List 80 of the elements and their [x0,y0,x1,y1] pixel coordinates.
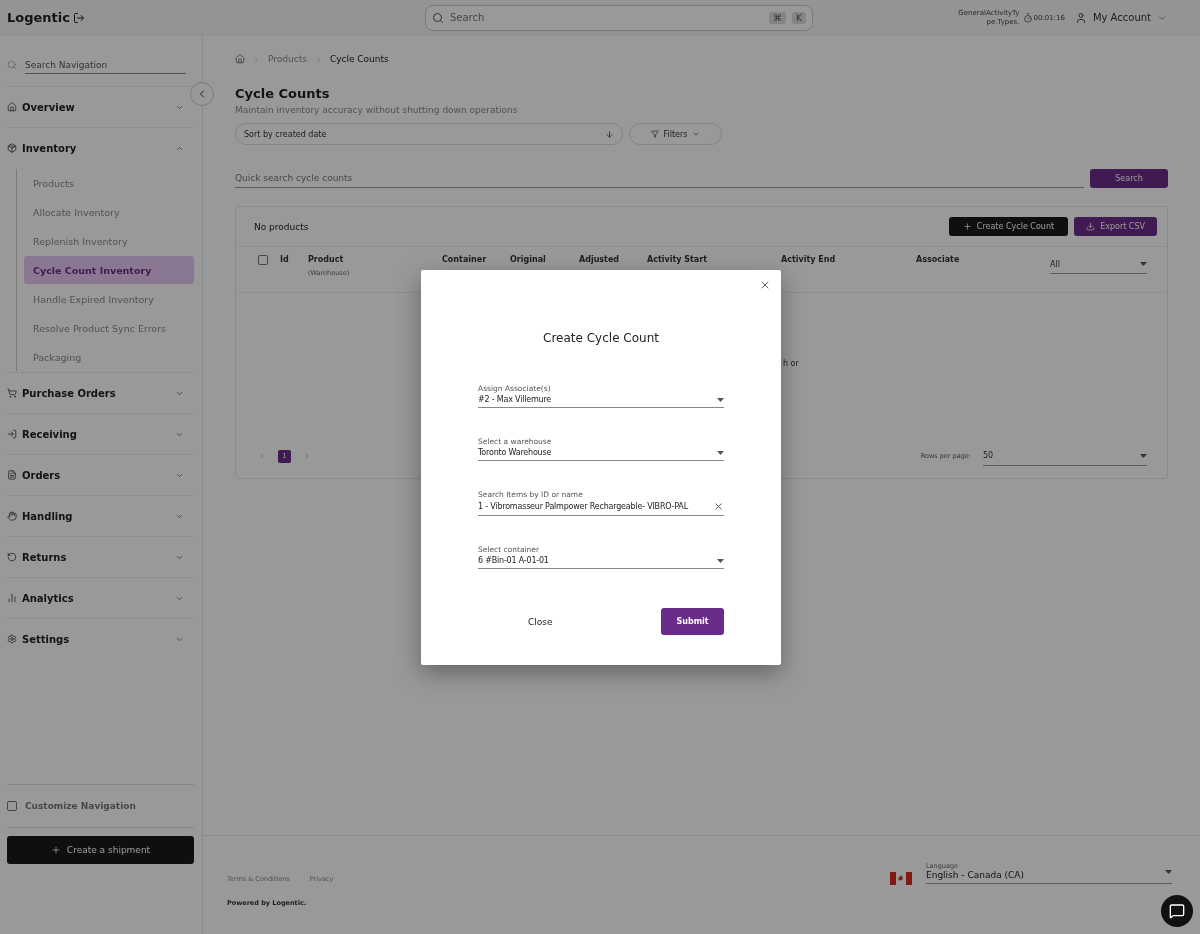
shortcut-key: K [792,11,806,24]
nav-group[interactable]: Purchase Orders [7,372,194,413]
result-count: No products [254,221,310,232]
close-button[interactable]: Close [518,610,563,633]
bar-chart-icon [7,593,17,603]
arrow-down-icon [605,129,614,139]
associate-filter-select[interactable]: All [1050,255,1147,274]
sort-select[interactable]: Sort by created date [235,123,623,145]
arrow-into-box-icon [7,429,17,439]
logo-icon [72,11,85,24]
rotate-arrow-icon [7,552,17,562]
nav-group[interactable]: Inventory [7,127,194,168]
chevron-right-icon [314,55,322,63]
nav-item[interactable]: Cycle Count Inventory [24,256,194,284]
empty-message: h or [783,359,799,368]
filter-icon [650,130,659,138]
checkbox-label: Customize Navigation [25,801,136,811]
home-icon [7,102,17,112]
caret-icon [717,397,724,402]
flag-icon [890,872,912,885]
logo: Logentic [7,10,70,25]
document-icon [7,470,17,480]
column-header: Associate [916,255,960,264]
search-button[interactable]: Search [1090,169,1168,188]
caret-icon [1140,453,1147,458]
collapse-sidebar-button[interactable] [190,82,214,106]
chevron-right-icon [253,55,260,63]
chevron-down-icon [692,130,701,138]
plus-icon [50,845,61,855]
clear-icon[interactable] [713,501,724,512]
column-header: Container [442,255,487,264]
nav-group[interactable]: Analytics [7,577,194,618]
select-all-checkbox[interactable] [258,255,268,265]
dialog-title: Create Cycle Count [543,331,659,345]
account-menu[interactable]: My Account [1092,12,1151,23]
close-icon[interactable] [759,279,771,291]
column-header: Id [280,255,289,264]
nav-group[interactable]: Receiving [7,413,194,454]
hand-icon [7,511,17,521]
nav-group[interactable]: Returns [7,536,194,577]
column-header: Original [510,255,546,264]
checkbox[interactable] [7,801,17,811]
submit-button[interactable]: Submit [661,608,724,635]
nav-group[interactable]: Handling [7,495,194,536]
column-header: Activity Start [647,255,708,264]
create-cycle-count-button[interactable]: Create Cycle Count [948,217,1069,236]
search-navigation-field[interactable]: Search Navigation [25,56,186,74]
rows-per-page-select[interactable]: 50 [983,446,1147,466]
chevron-left-icon[interactable] [258,452,266,460]
settings-icon [7,634,17,644]
nav-group[interactable]: Orders [7,454,194,495]
download-icon [1086,222,1096,231]
chat-button[interactable] [1161,895,1193,927]
cart-icon [7,388,17,398]
page-title: Cycle Counts [235,86,331,101]
chevron-right-icon[interactable] [303,452,311,460]
chat-bubble-icon [1169,903,1185,919]
home-icon[interactable] [235,54,245,64]
export-csv-button[interactable]: Export CSV [1074,217,1157,236]
column-header: Adjusted [579,255,620,264]
caret-icon [1140,262,1147,266]
breadcrumb-link[interactable]: Cycle Counts [329,54,389,64]
box-icon [7,143,17,153]
search-field[interactable]: Search ⌘ K [424,4,813,31]
column-header: Activity End [781,255,836,264]
shortcut-key: ⌘ [769,11,787,24]
search-icon [431,11,444,24]
page-subtitle: Maintain inventory accuracy without shutting down operations [235,105,519,115]
create-shipment-button[interactable]: Create a shipment [7,836,194,864]
plus-icon [962,222,972,231]
avatar-icon [1074,11,1087,24]
caret-icon [717,558,724,563]
nav-group[interactable]: Overview [7,86,194,127]
caret-icon [1165,870,1172,874]
nav-group[interactable]: Settings [7,618,194,659]
filters-button[interactable]: Filters [629,123,722,145]
search-icon [7,60,17,70]
caret-icon [717,450,724,455]
timer-icon [1023,12,1034,23]
quick-search-field[interactable]: Quick search cycle counts [235,169,1084,188]
